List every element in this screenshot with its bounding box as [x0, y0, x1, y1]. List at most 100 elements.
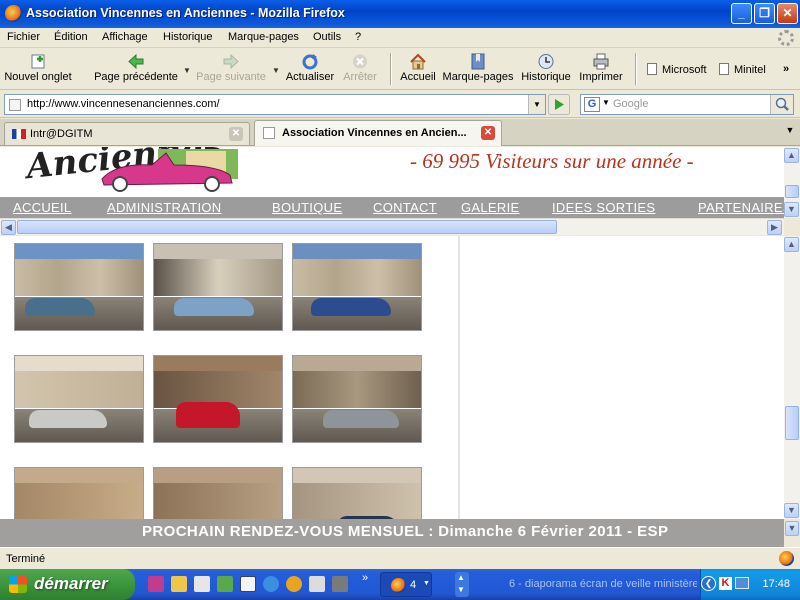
banner-right-edge — [718, 519, 784, 547]
tab-list-button[interactable]: ▼ — [783, 125, 797, 139]
gallery-photo[interactable] — [292, 467, 422, 519]
stop-button[interactable]: Arrêter — [340, 51, 380, 88]
scroll-up-arrow-icon[interactable]: ▲ — [457, 573, 465, 582]
bookmark-microsoft[interactable]: Microsoft — [647, 63, 707, 76]
scroll-down-arrow-icon[interactable]: ▼ — [784, 202, 799, 217]
nav-idees-sorties[interactable]: IDEES SORTIES — [552, 200, 655, 215]
show-desktop-icon[interactable] — [240, 576, 256, 592]
taskbar-scroll-buttons[interactable]: ▲ ▼ — [455, 572, 469, 597]
tab-vincennes[interactable]: Association Vincennes en Ancien... ✕ — [254, 120, 502, 146]
menu-edition[interactable]: Édition — [54, 31, 88, 43]
back-arrow-icon — [128, 53, 144, 70]
gallery-photo[interactable] — [14, 243, 144, 331]
minimize-button[interactable]: _ — [731, 3, 752, 24]
firefox-quicklaunch-icon[interactable] — [286, 576, 302, 592]
scroll-up-arrow-icon[interactable]: ▲ — [784, 148, 799, 163]
printer-icon — [593, 53, 609, 70]
quicklaunch-app-icon[interactable] — [148, 576, 164, 592]
horizontal-scrollbar[interactable]: ◀ ▶ — [0, 218, 784, 235]
nav-contact[interactable]: CONTACT — [373, 200, 437, 215]
internet-explorer-icon[interactable] — [263, 576, 279, 592]
antivirus-tray-icon[interactable]: K — [719, 577, 732, 590]
scroll-up-arrow-icon[interactable]: ▲ — [784, 237, 799, 252]
home-label: Accueil — [400, 71, 436, 83]
menu-fichier[interactable]: Fichier — [7, 31, 40, 43]
forward-label: Page suivante — [196, 71, 266, 83]
taskbar-window-diaporama[interactable]: 6 - diaporama écran de veille ministère — [475, 572, 697, 597]
scroll-left-arrow-icon[interactable]: ◀ — [1, 220, 16, 235]
maximize-button[interactable]: ❐ — [754, 3, 775, 24]
scroll-down-arrow-icon[interactable]: ▼ — [784, 503, 799, 518]
bookmark-minitel[interactable]: Minitel — [719, 63, 766, 76]
header-frame-scrollbar[interactable]: ▲ ▼ — [784, 147, 800, 218]
gallery-photo[interactable] — [14, 355, 144, 443]
back-button[interactable]: Page précédente — [92, 51, 180, 88]
tab-intr-dgitm[interactable]: Intr@DGITM ✕ — [4, 122, 250, 145]
address-url[interactable]: http://www.vincennesenanciennes.com/ — [27, 98, 220, 110]
nav-partenaires[interactable]: PARTENAIRES — [698, 200, 784, 215]
gallery-scrollbar[interactable]: ▲ ▼ — [784, 236, 800, 519]
reload-label: Actualiser — [285, 71, 335, 83]
bookmarks-overflow-button[interactable]: » — [783, 63, 789, 75]
quicklaunch-misc-icon[interactable] — [332, 576, 348, 592]
nav-galerie[interactable]: GALERIE — [461, 200, 519, 215]
home-button[interactable]: Accueil — [398, 51, 438, 88]
history-button[interactable]: Historique — [520, 51, 572, 88]
new-tab-button[interactable]: Nouvel onglet — [4, 51, 72, 88]
search-engine-icon[interactable]: G — [584, 97, 600, 112]
tab-strip: Intr@DGITM ✕ Association Vincennes en An… — [0, 119, 800, 146]
url-history-dropdown[interactable]: ▼ — [528, 95, 545, 114]
bookmarks-icon — [471, 53, 485, 70]
scrollbar-thumb[interactable] — [785, 406, 799, 440]
gallery-photo[interactable] — [153, 243, 283, 331]
menu-help[interactable]: ? — [355, 31, 361, 43]
back-history-dropdown[interactable]: ▼ — [183, 66, 191, 75]
start-button[interactable]: démarrer — [0, 569, 135, 600]
bookmark-minitel-label: Minitel — [734, 64, 766, 76]
back-label: Page précédente — [94, 71, 178, 83]
reload-button[interactable]: Actualiser — [284, 51, 336, 88]
toolbar-separator — [635, 53, 637, 85]
forward-history-dropdown[interactable]: ▼ — [272, 66, 280, 75]
document-icon[interactable] — [194, 576, 210, 592]
taskbar-firefox-group[interactable]: 4 ▼ — [380, 572, 432, 597]
forward-button[interactable]: Page suivante — [195, 51, 267, 88]
menu-affichage[interactable]: Affichage — [102, 31, 148, 43]
menu-outils[interactable]: Outils — [313, 31, 341, 43]
search-button[interactable] — [770, 95, 793, 114]
scroll-down-arrow-icon[interactable]: ▼ — [785, 521, 799, 536]
scrollbar-thumb[interactable] — [785, 185, 799, 198]
menu-historique[interactable]: Historique — [163, 31, 213, 43]
tray-expand-icon[interactable]: ❮ — [701, 576, 716, 591]
nav-administration[interactable]: ADMINISTRATION — [107, 200, 221, 215]
close-window-button[interactable]: ✕ — [777, 3, 798, 24]
scroll-down-arrow-icon[interactable]: ▼ — [457, 585, 465, 594]
gallery-photo[interactable] — [292, 243, 422, 331]
folder-icon[interactable] — [171, 576, 187, 592]
close-tab-icon[interactable]: ✕ — [229, 127, 243, 141]
gallery-photo[interactable] — [153, 467, 283, 519]
close-tab-icon[interactable]: ✕ — [481, 126, 495, 140]
quicklaunch-overflow[interactable]: » — [362, 572, 368, 584]
photo-gallery — [0, 236, 458, 519]
nav-accueil[interactable]: ACCUEIL — [13, 200, 71, 215]
search-bar[interactable]: G ▼ Google — [580, 94, 794, 115]
print-button[interactable]: Imprimer — [578, 51, 624, 88]
gallery-photo[interactable] — [153, 355, 283, 443]
scroll-right-arrow-icon[interactable]: ▶ — [767, 220, 782, 235]
bookmarks-button[interactable]: Marque-pages — [442, 51, 514, 88]
site-header-frame: Anciennes - 69 995 Visiteurs sur une ann… — [0, 147, 784, 218]
gallery-photo[interactable] — [14, 467, 144, 519]
nav-boutique[interactable]: BOUTIQUE — [272, 200, 342, 215]
quicklaunch-green-icon[interactable] — [217, 576, 233, 592]
window-titlebar[interactable]: Association Vincennes en Anciennes - Moz… — [0, 0, 800, 28]
network-tray-icon[interactable] — [735, 577, 749, 589]
gallery-photo[interactable] — [292, 355, 422, 443]
go-arrow-icon[interactable] — [548, 94, 570, 115]
search-engine-dropdown[interactable]: ▼ — [602, 98, 610, 107]
scrollbar-thumb[interactable] — [17, 220, 557, 234]
address-bar[interactable]: http://www.vincennesenanciennes.com/ ▼ — [4, 94, 546, 115]
magnifier-icon — [775, 97, 789, 111]
menu-marque-pages[interactable]: Marque-pages — [228, 31, 299, 43]
quicklaunch-misc-icon[interactable] — [309, 576, 325, 592]
